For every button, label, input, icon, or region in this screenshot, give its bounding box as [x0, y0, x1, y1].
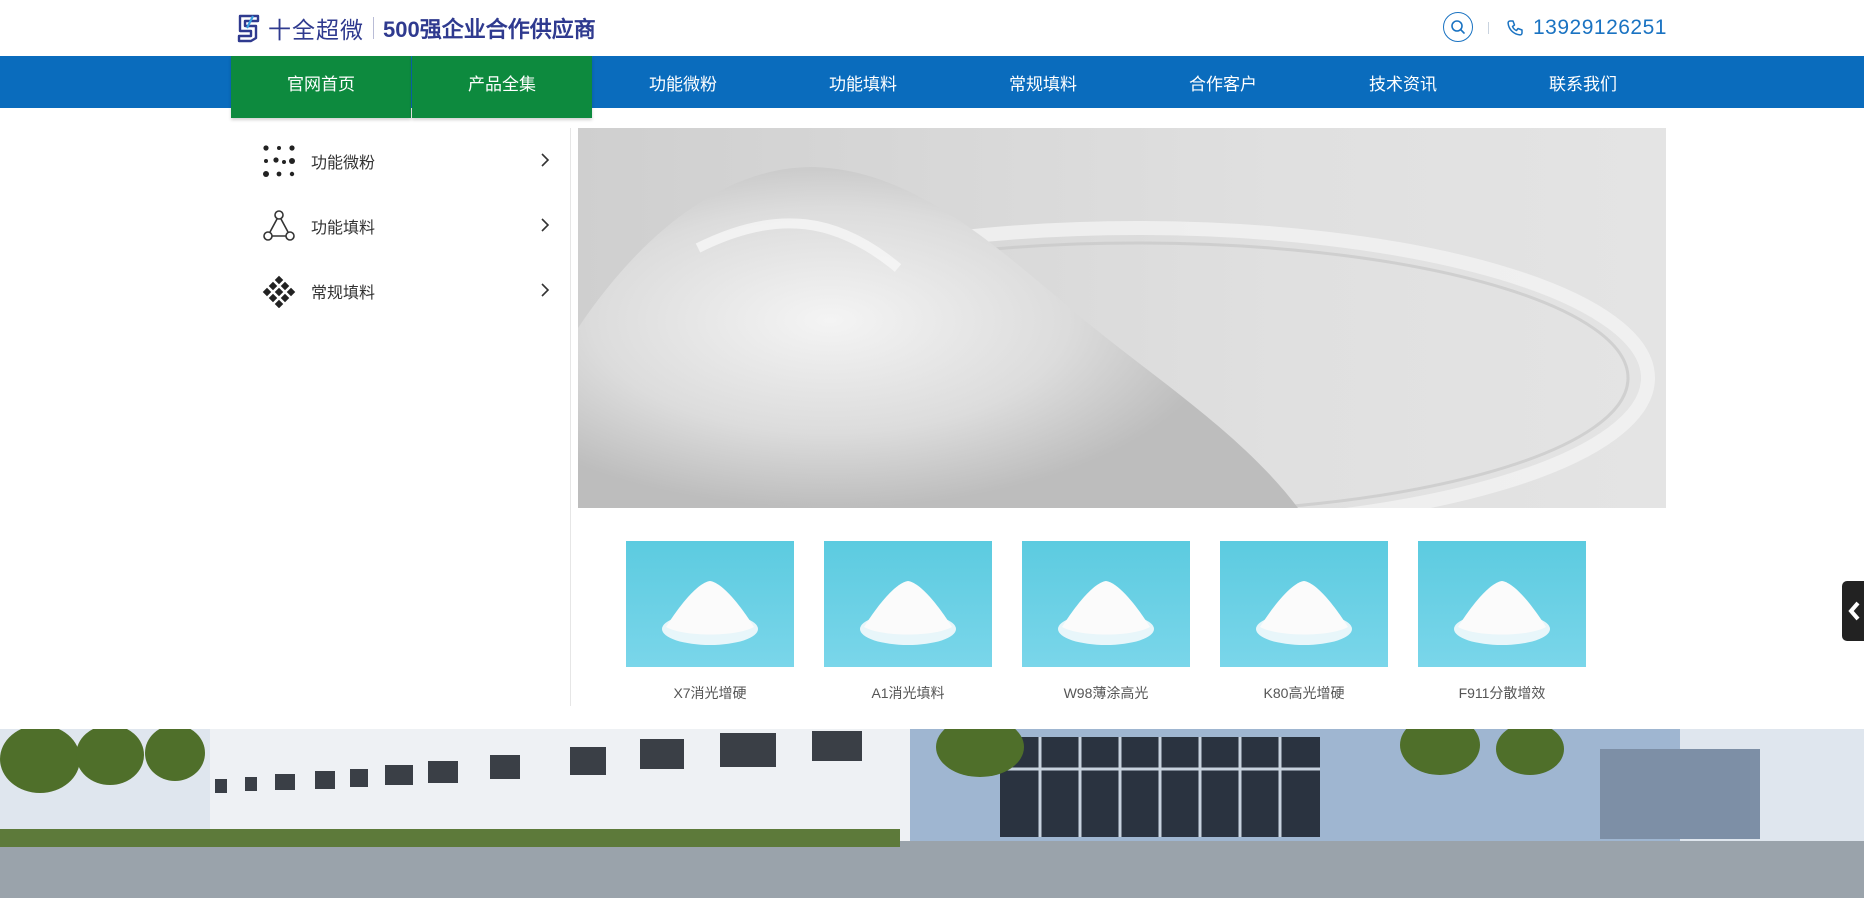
logo-mark-icon	[237, 14, 260, 43]
chevron-left-icon	[1848, 601, 1860, 621]
product-image[interactable]	[1220, 541, 1388, 667]
sidebar-item-functional-filler[interactable]: 功能填料	[236, 193, 556, 258]
dots-grid-icon	[260, 142, 298, 180]
nav-item-label: 功能填料	[829, 74, 897, 94]
product-card[interactable]: A1消光填料	[824, 541, 992, 703]
product-name[interactable]: A1消光填料	[824, 683, 992, 703]
header-divider	[1488, 22, 1489, 34]
search-icon	[1451, 20, 1465, 34]
product-name[interactable]: W98薄涂高光	[1022, 683, 1190, 703]
chevron-right-icon	[541, 283, 550, 297]
search-button[interactable]	[1443, 12, 1473, 42]
sidebar-item-regular-filler[interactable]: 常规填料	[236, 258, 556, 323]
phone-contact[interactable]: 13929126251	[1506, 12, 1667, 44]
logo-slogan: 500强企业合作供应商	[383, 17, 596, 42]
powder-dish-image	[578, 128, 1666, 508]
nav-item-regular-filler[interactable]: 常规填料	[953, 56, 1133, 108]
product-name[interactable]: X7消光增硬	[626, 683, 794, 703]
nav-item-functional-filler[interactable]: 功能填料	[773, 56, 953, 108]
logo-divider	[373, 17, 374, 39]
logo-name: 十全超微	[268, 17, 364, 43]
product-card[interactable]: F911分散增效	[1418, 541, 1586, 703]
product-image[interactable]	[626, 541, 794, 667]
nav-item-functional-powder[interactable]: 功能微粉	[593, 56, 773, 108]
product-card[interactable]: X7消光增硬	[626, 541, 794, 703]
sidebar-item-label: 常规填料	[311, 284, 376, 302]
product-card[interactable]: K80高光增硬	[1220, 541, 1388, 703]
nav-item-label: 官网首页	[287, 74, 355, 94]
logo[interactable]: 十全超微 500强企业合作供应商	[236, 12, 596, 44]
nav-item-partners[interactable]: 合作客户	[1133, 56, 1313, 108]
chevron-right-icon	[541, 218, 550, 232]
hero-banner	[578, 128, 1666, 508]
sidebar-item-functional-powder[interactable]: 功能微粉	[236, 128, 556, 193]
nav-item-contact[interactable]: 联系我们	[1493, 56, 1673, 108]
diamond-grid-icon	[260, 272, 298, 310]
factory-photo	[0, 729, 1864, 898]
category-sidebar: 功能微粉 功能填料 常规填料	[236, 128, 556, 323]
product-list: X7消光增硬 A1消光填料 W98薄涂高光 K80高光增硬 F911分散增效	[626, 541, 1586, 703]
nav-item-label: 联系我们	[1549, 74, 1617, 94]
nav-item-label: 产品全集	[468, 74, 536, 94]
side-float-tab[interactable]	[1842, 581, 1864, 641]
product-name[interactable]: K80高光增硬	[1220, 683, 1388, 703]
content-divider	[570, 128, 571, 706]
nav-item-label: 常规填料	[1009, 74, 1077, 94]
product-image[interactable]	[824, 541, 992, 667]
sidebar-item-label: 功能微粉	[311, 154, 376, 172]
phone-number: 13929126251	[1533, 16, 1667, 39]
molecule-icon	[260, 207, 298, 245]
nav-item-label: 合作客户	[1189, 74, 1257, 94]
nav-item-label: 功能微粉	[649, 74, 717, 94]
chevron-right-icon	[541, 153, 550, 167]
nav-item-label: 技术资讯	[1369, 74, 1437, 94]
product-image[interactable]	[1418, 541, 1586, 667]
product-name[interactable]: F911分散增效	[1418, 683, 1586, 703]
main-nav: 官网首页 产品全集 功能微粉 功能填料 常规填料 合作客户 技术资讯 联系我们	[231, 56, 1673, 118]
product-image[interactable]	[1022, 541, 1190, 667]
top-header: 十全超微 500强企业合作供应商 13929126251	[0, 0, 1864, 56]
nav-item-tech-news[interactable]: 技术资讯	[1313, 56, 1493, 108]
sidebar-item-label: 功能填料	[311, 219, 376, 237]
factory-building-image	[0, 729, 1864, 898]
nav-item-all-products[interactable]: 产品全集	[412, 56, 592, 118]
phone-icon	[1507, 20, 1523, 36]
product-card[interactable]: W98薄涂高光	[1022, 541, 1190, 703]
nav-item-home[interactable]: 官网首页	[231, 56, 411, 118]
